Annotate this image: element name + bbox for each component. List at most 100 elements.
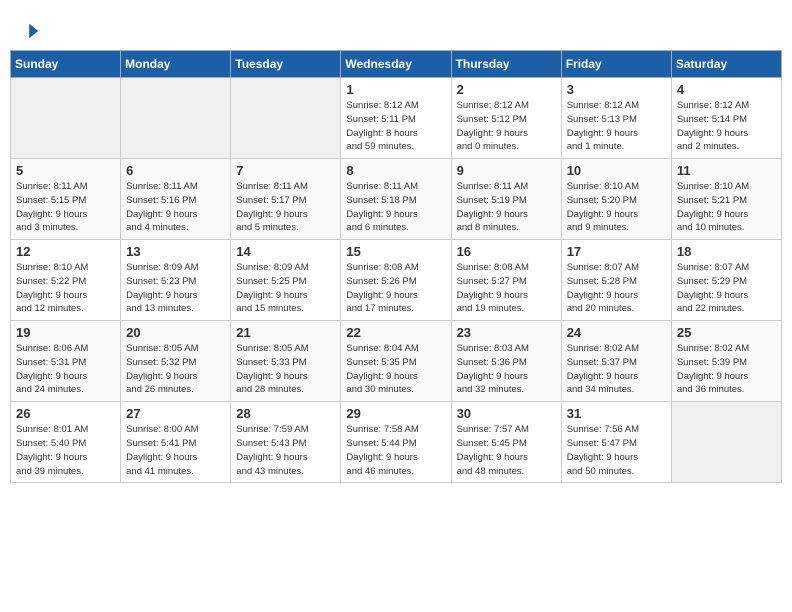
day-number: 19	[16, 325, 115, 340]
day-of-week-header: Monday	[121, 51, 231, 78]
day-number: 29	[346, 406, 445, 421]
calendar-cell	[11, 78, 121, 159]
day-number: 5	[16, 163, 115, 178]
day-info: Sunrise: 8:05 AMSunset: 5:32 PMDaylight:…	[126, 342, 225, 397]
day-number: 31	[567, 406, 666, 421]
calendar-cell: 8 Sunrise: 8:11 AMSunset: 5:18 PMDaylight…	[341, 159, 451, 240]
day-info: Sunrise: 8:12 AMSunset: 5:13 PMDaylight:…	[567, 99, 666, 154]
day-info: Sunrise: 8:11 AMSunset: 5:19 PMDaylight:…	[457, 180, 556, 235]
day-number: 22	[346, 325, 445, 340]
calendar-cell	[231, 78, 341, 159]
day-number: 11	[677, 163, 776, 178]
day-info: Sunrise: 8:06 AMSunset: 5:31 PMDaylight:…	[16, 342, 115, 397]
calendar-table: SundayMondayTuesdayWednesdayThursdayFrid…	[10, 50, 782, 483]
calendar-cell: 15 Sunrise: 8:08 AMSunset: 5:26 PMDayligh…	[341, 240, 451, 321]
calendar-cell: 28 Sunrise: 7:59 AMSunset: 5:43 PMDayligh…	[231, 402, 341, 483]
calendar-cell: 10 Sunrise: 8:10 AMSunset: 5:20 PMDayligh…	[561, 159, 671, 240]
day-info: Sunrise: 8:12 AMSunset: 5:14 PMDaylight:…	[677, 99, 776, 154]
day-info: Sunrise: 8:10 AMSunset: 5:22 PMDaylight:…	[16, 261, 115, 316]
day-number: 8	[346, 163, 445, 178]
day-number: 13	[126, 244, 225, 259]
calendar-cell: 25 Sunrise: 8:02 AMSunset: 5:39 PMDayligh…	[671, 321, 781, 402]
day-number: 28	[236, 406, 335, 421]
logo-icon	[22, 22, 40, 40]
day-of-week-header: Tuesday	[231, 51, 341, 78]
day-number: 14	[236, 244, 335, 259]
calendar-cell: 20 Sunrise: 8:05 AMSunset: 5:32 PMDayligh…	[121, 321, 231, 402]
day-info: Sunrise: 8:12 AMSunset: 5:11 PMDaylight:…	[346, 99, 445, 154]
day-info: Sunrise: 8:05 AMSunset: 5:33 PMDaylight:…	[236, 342, 335, 397]
calendar-week-row: 1Sunrise: 8:12 AMSunset: 5:11 PMDaylight…	[11, 78, 782, 159]
day-of-week-header: Sunday	[11, 51, 121, 78]
day-of-week-header: Friday	[561, 51, 671, 78]
day-info: Sunrise: 8:10 AMSunset: 5:21 PMDaylight:…	[677, 180, 776, 235]
calendar-cell: 9 Sunrise: 8:11 AMSunset: 5:19 PMDaylight…	[451, 159, 561, 240]
calendar-cell: 26Sunrise: 8:01 AMSunset: 5:40 PMDayligh…	[11, 402, 121, 483]
day-info: Sunrise: 8:04 AMSunset: 5:35 PMDaylight:…	[346, 342, 445, 397]
calendar-cell: 18 Sunrise: 8:07 AMSunset: 5:29 PMDayligh…	[671, 240, 781, 321]
day-number: 10	[567, 163, 666, 178]
day-number: 16	[457, 244, 556, 259]
calendar-cell: 16 Sunrise: 8:08 AMSunset: 5:27 PMDayligh…	[451, 240, 561, 321]
day-info: Sunrise: 8:07 AMSunset: 5:28 PMDaylight:…	[567, 261, 666, 316]
calendar-cell	[671, 402, 781, 483]
day-info: Sunrise: 8:07 AMSunset: 5:29 PMDaylight:…	[677, 261, 776, 316]
calendar-cell: 29 Sunrise: 7:58 AMSunset: 5:44 PMDayligh…	[341, 402, 451, 483]
calendar-week-row: 5Sunrise: 8:11 AMSunset: 5:15 PMDaylight…	[11, 159, 782, 240]
calendar-cell: 19 Sunrise: 8:06 AMSunset: 5:31 PMDayligh…	[11, 321, 121, 402]
day-info: Sunrise: 7:56 AMSunset: 5:47 PMDaylight:…	[567, 423, 666, 478]
page-header	[10, 10, 782, 45]
day-number: 4	[677, 82, 776, 97]
day-info: Sunrise: 8:11 AMSunset: 5:17 PMDaylight:…	[236, 180, 335, 235]
day-info: Sunrise: 8:02 AMSunset: 5:39 PMDaylight:…	[677, 342, 776, 397]
calendar-cell: 12Sunrise: 8:10 AMSunset: 5:22 PMDayligh…	[11, 240, 121, 321]
day-info: Sunrise: 8:00 AMSunset: 5:41 PMDaylight:…	[126, 423, 225, 478]
logo	[20, 20, 40, 40]
day-number: 24	[567, 325, 666, 340]
calendar-cell: 14 Sunrise: 8:09 AMSunset: 5:25 PMDayligh…	[231, 240, 341, 321]
day-info: Sunrise: 8:09 AMSunset: 5:25 PMDaylight:…	[236, 261, 335, 316]
day-number: 17	[567, 244, 666, 259]
day-info: Sunrise: 8:11 AMSunset: 5:16 PMDaylight:…	[126, 180, 225, 235]
day-info: Sunrise: 7:58 AMSunset: 5:44 PMDaylight:…	[346, 423, 445, 478]
calendar-cell: 17 Sunrise: 8:07 AMSunset: 5:28 PMDayligh…	[561, 240, 671, 321]
day-info: Sunrise: 8:12 AMSunset: 5:12 PMDaylight:…	[457, 99, 556, 154]
calendar-cell: 3 Sunrise: 8:12 AMSunset: 5:13 PMDaylight…	[561, 78, 671, 159]
calendar-cell: 7 Sunrise: 8:11 AMSunset: 5:17 PMDaylight…	[231, 159, 341, 240]
calendar-week-row: 12Sunrise: 8:10 AMSunset: 5:22 PMDayligh…	[11, 240, 782, 321]
calendar-cell	[121, 78, 231, 159]
day-of-week-header: Wednesday	[341, 51, 451, 78]
day-info: Sunrise: 8:08 AMSunset: 5:27 PMDaylight:…	[457, 261, 556, 316]
calendar-cell: 30 Sunrise: 7:57 AMSunset: 5:45 PMDayligh…	[451, 402, 561, 483]
calendar-cell: 31 Sunrise: 7:56 AMSunset: 5:47 PMDayligh…	[561, 402, 671, 483]
day-of-week-header: Saturday	[671, 51, 781, 78]
day-number: 15	[346, 244, 445, 259]
calendar-cell: 24 Sunrise: 8:02 AMSunset: 5:37 PMDayligh…	[561, 321, 671, 402]
day-info: Sunrise: 8:10 AMSunset: 5:20 PMDaylight:…	[567, 180, 666, 235]
calendar-cell: 27Sunrise: 8:00 AMSunset: 5:41 PMDayligh…	[121, 402, 231, 483]
day-number: 30	[457, 406, 556, 421]
day-info: Sunrise: 8:11 AMSunset: 5:18 PMDaylight:…	[346, 180, 445, 235]
day-info: Sunrise: 8:08 AMSunset: 5:26 PMDaylight:…	[346, 261, 445, 316]
day-number: 7	[236, 163, 335, 178]
calendar-cell: 2 Sunrise: 8:12 AMSunset: 5:12 PMDaylight…	[451, 78, 561, 159]
day-number: 26	[16, 406, 115, 421]
day-number: 9	[457, 163, 556, 178]
day-number: 25	[677, 325, 776, 340]
day-number: 6	[126, 163, 225, 178]
day-info: Sunrise: 8:09 AMSunset: 5:23 PMDaylight:…	[126, 261, 225, 316]
day-number: 21	[236, 325, 335, 340]
day-number: 2	[457, 82, 556, 97]
calendar-week-row: 26Sunrise: 8:01 AMSunset: 5:40 PMDayligh…	[11, 402, 782, 483]
calendar-cell: 22 Sunrise: 8:04 AMSunset: 5:35 PMDayligh…	[341, 321, 451, 402]
day-number: 3	[567, 82, 666, 97]
calendar-cell: 6 Sunrise: 8:11 AMSunset: 5:16 PMDaylight…	[121, 159, 231, 240]
calendar-cell: 1Sunrise: 8:12 AMSunset: 5:11 PMDaylight…	[341, 78, 451, 159]
day-info: Sunrise: 7:59 AMSunset: 5:43 PMDaylight:…	[236, 423, 335, 478]
day-info: Sunrise: 8:02 AMSunset: 5:37 PMDaylight:…	[567, 342, 666, 397]
calendar-cell: 4 Sunrise: 8:12 AMSunset: 5:14 PMDaylight…	[671, 78, 781, 159]
calendar-cell: 21 Sunrise: 8:05 AMSunset: 5:33 PMDayligh…	[231, 321, 341, 402]
day-number: 18	[677, 244, 776, 259]
day-info: Sunrise: 7:57 AMSunset: 5:45 PMDaylight:…	[457, 423, 556, 478]
day-number: 20	[126, 325, 225, 340]
